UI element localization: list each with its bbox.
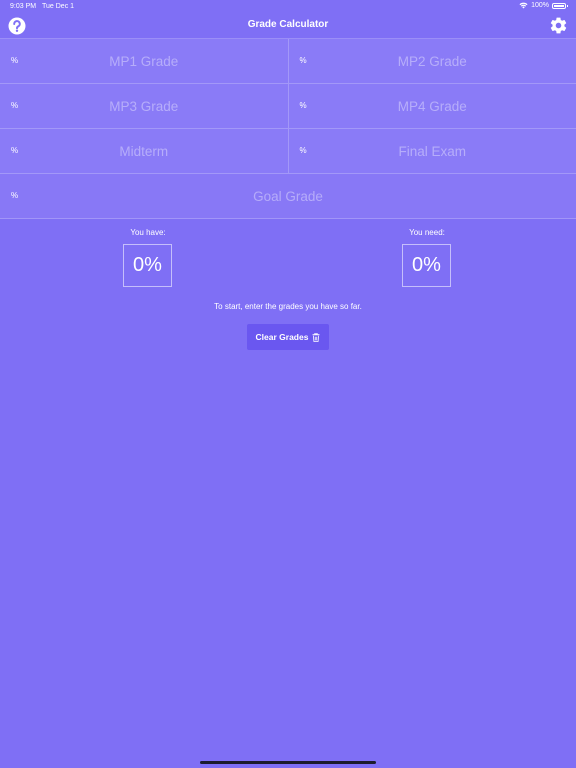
mp3-cell: %: [0, 84, 288, 128]
battery-icon: [552, 2, 568, 9]
grade-input-grid: % % % % % % %: [0, 38, 576, 219]
goal-cell: %: [0, 174, 576, 218]
grade-row: % %: [0, 129, 576, 174]
mp3-grade-input[interactable]: [0, 84, 288, 128]
mp1-grade-input[interactable]: [0, 39, 288, 83]
you-need-value: 0%: [402, 244, 451, 287]
status-date: Tue Dec 1: [42, 3, 75, 10]
final-exam-grade-input[interactable]: [288, 129, 576, 173]
status-time: 9:03 PM: [10, 3, 37, 10]
battery-fill: [554, 4, 564, 7]
wifi-icon: [519, 2, 528, 9]
midterm-cell: %: [0, 129, 288, 173]
clear-grades-button[interactable]: Clear Grades: [247, 324, 329, 350]
grade-row: % %: [0, 39, 576, 84]
clear-grades-label: Clear Grades: [255, 332, 309, 342]
mp4-grade-input[interactable]: [288, 84, 576, 128]
status-bar: 9:03 PM Tue Dec 1 100%: [0, 0, 576, 14]
gear-icon: [550, 17, 567, 34]
you-have-label: You have:: [130, 228, 166, 237]
settings-button[interactable]: [549, 16, 568, 35]
you-have-value: 0%: [123, 244, 172, 287]
grade-row: % %: [0, 84, 576, 129]
page-title: Grade Calculator: [247, 19, 329, 30]
mp2-cell: %: [287, 39, 576, 83]
goal-grade-input[interactable]: [0, 174, 576, 218]
you-need-label: You need:: [409, 228, 445, 237]
final-exam-cell: %: [287, 129, 576, 173]
trash-icon: [312, 332, 320, 342]
status-indicators: 100%: [519, 2, 568, 9]
goal-row: %: [0, 174, 576, 219]
mp4-cell: %: [287, 84, 576, 128]
navigation-bar: Grade Calculator: [0, 14, 576, 38]
battery-percent: 100%: [531, 2, 549, 9]
instruction-text: To start, enter the grades you have so f…: [214, 302, 362, 311]
mp2-grade-input[interactable]: [288, 39, 576, 83]
mp1-cell: %: [0, 39, 288, 83]
midterm-grade-input[interactable]: [0, 129, 288, 173]
home-indicator[interactable]: [200, 761, 376, 764]
